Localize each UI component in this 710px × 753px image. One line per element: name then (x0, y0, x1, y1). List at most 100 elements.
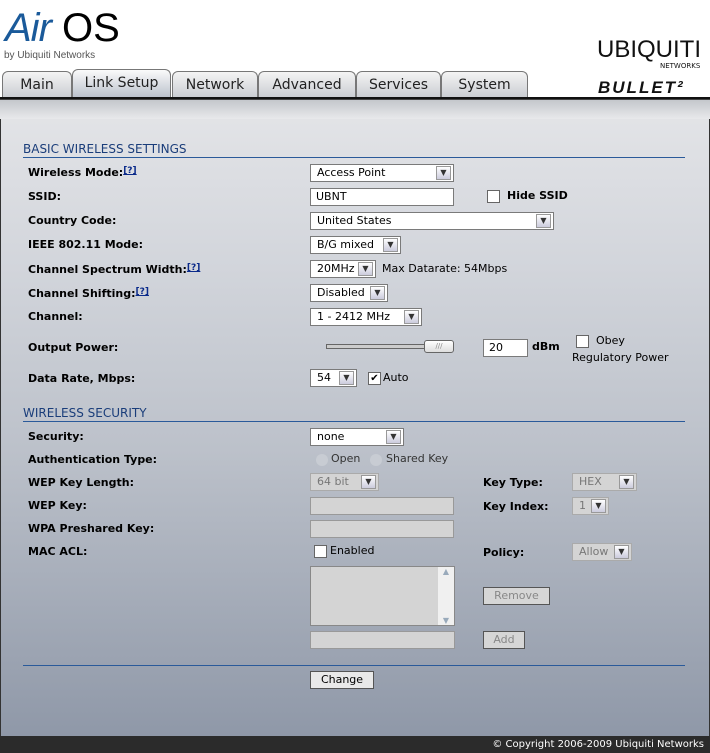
channel-shifting-select[interactable]: Disabled ▼ (310, 284, 388, 302)
channel-label: Channel: (28, 310, 83, 323)
hide-ssid-label: Hide SSID (507, 189, 568, 202)
spectrum-width-label: Channel Spectrum Width:[?] (28, 263, 200, 276)
chevron-down-icon: ▼ (358, 262, 373, 276)
select-value: 20MHz (317, 262, 355, 275)
security-select[interactable]: none ▼ (310, 428, 404, 446)
chevron-down-icon: ▼ (404, 310, 419, 324)
output-power-label: Output Power: (28, 341, 119, 354)
max-datarate: Max Datarate: 54Mbps (382, 262, 508, 275)
output-power-slider-track[interactable] (326, 344, 426, 349)
chevron-down-icon: ▼ (361, 475, 376, 489)
airos-logo: Air (5, 6, 52, 50)
chevron-down-icon: ▼ (339, 371, 354, 385)
key-type-select[interactable]: HEX ▼ (572, 473, 637, 491)
auth-shared-radio[interactable] (370, 454, 382, 466)
data-rate-label: Data Rate, Mbps: (28, 372, 136, 385)
wireless-mode-label: Wireless Mode:[?] (28, 166, 137, 179)
label-text: Channel Shifting: (28, 287, 136, 300)
spectrum-width-select[interactable]: 20MHz ▼ (310, 260, 376, 278)
divider (23, 665, 685, 666)
help-link[interactable]: [?] (187, 263, 200, 273)
tab-services[interactable]: Services (356, 71, 441, 98)
ssid-label: SSID: (28, 190, 61, 203)
chevron-down-icon: ▼ (619, 475, 634, 489)
wpa-key-label: WPA Preshared Key: (28, 522, 155, 535)
auth-open-label: Open (331, 452, 361, 465)
chevron-down-icon: ▼ (383, 238, 398, 252)
select-value: Access Point (317, 166, 386, 179)
obey-regulatory-checkbox[interactable] (576, 335, 589, 348)
obey-label: Obey (596, 334, 625, 347)
bullet-logo: BULLET² (598, 78, 685, 97)
section-title-security: WIRELESS SECURITY (23, 406, 147, 420)
security-label: Security: (28, 430, 84, 443)
select-value: Allow (579, 545, 609, 558)
mac-acl-checkbox[interactable] (314, 545, 327, 558)
add-button[interactable]: Add (483, 631, 525, 649)
chevron-down-icon: ▼ (614, 545, 629, 559)
section-title-basic: BASIC WIRELESS SETTINGS (23, 142, 187, 156)
footer-copyright: © Copyright 2006-2009 Ubiquiti Networks (0, 736, 710, 753)
country-code-label: Country Code: (28, 214, 117, 227)
tab-network[interactable]: Network (172, 71, 258, 98)
select-value: HEX (579, 475, 602, 488)
change-button[interactable]: Change (310, 671, 374, 689)
auto-rate-checkbox[interactable]: ✔ (368, 372, 381, 385)
help-link[interactable]: [?] (136, 287, 149, 297)
hide-ssid-checkbox[interactable] (487, 190, 500, 203)
channel-shifting-label: Channel Shifting:[?] (28, 287, 149, 300)
remove-button[interactable]: Remove (483, 587, 550, 605)
scroll-down-icon[interactable]: ▼ (438, 616, 454, 625)
airos-logo-by: by Ubiquiti Networks (4, 50, 96, 61)
select-value: 54 (317, 371, 331, 384)
label-text: Wireless Mode: (28, 166, 124, 179)
data-rate-select[interactable]: 54 ▼ (310, 369, 357, 387)
label-text: Channel Spectrum Width: (28, 263, 187, 276)
wireless-mode-select[interactable]: Access Point ▼ (310, 164, 454, 182)
output-power-input[interactable]: 20 (483, 339, 528, 357)
output-power-slider-handle[interactable]: /// (424, 340, 454, 353)
policy-select[interactable]: Allow ▼ (572, 543, 632, 561)
select-value: United States (317, 214, 392, 227)
chevron-down-icon: ▼ (386, 430, 401, 444)
dbm-unit: dBm (532, 340, 560, 353)
wep-key-input[interactable] (310, 497, 454, 515)
policy-label: Policy: (483, 546, 525, 559)
ubiquiti-logo-sub: NETWORKS (660, 62, 701, 70)
chevron-down-icon: ▼ (536, 214, 551, 228)
regulatory-power-label: Regulatory Power (572, 351, 669, 364)
scrollbar[interactable]: ▲ ▼ (438, 567, 454, 625)
select-value: 1 - 2412 MHz (317, 310, 390, 323)
tab-advanced[interactable]: Advanced (258, 71, 356, 98)
ieee-mode-label: IEEE 802.11 Mode: (28, 238, 143, 251)
help-link[interactable]: [?] (123, 166, 136, 176)
divider (23, 421, 685, 422)
country-code-select[interactable]: United States ▼ (310, 212, 554, 230)
wep-key-length-select[interactable]: 64 bit ▼ (310, 473, 379, 491)
auto-label: Auto (383, 371, 409, 384)
key-index-select[interactable]: 1 ▼ (572, 497, 609, 515)
mac-list-textarea[interactable]: ▲ ▼ (310, 566, 455, 626)
ieee-mode-select[interactable]: B/G mixed ▼ (310, 236, 401, 254)
select-value: 64 bit (317, 475, 349, 488)
scroll-up-icon[interactable]: ▲ (438, 567, 454, 576)
wep-key-label: WEP Key: (28, 499, 87, 512)
ssid-input[interactable]: UBNT (310, 188, 454, 206)
tab-main[interactable]: Main (2, 71, 72, 98)
auth-open-radio[interactable] (316, 454, 328, 466)
divider (23, 157, 685, 158)
select-value: Disabled (317, 286, 365, 299)
channel-select[interactable]: 1 - 2412 MHz ▼ (310, 308, 422, 326)
tab-system[interactable]: System (441, 71, 528, 98)
wpa-key-input[interactable] (310, 520, 454, 538)
mac-add-input[interactable] (310, 631, 455, 649)
key-type-label: Key Type: (483, 476, 543, 489)
select-value: none (317, 430, 345, 443)
select-value: B/G mixed (317, 238, 374, 251)
sub-band (0, 99, 710, 119)
airos-logo-os: OS (62, 6, 120, 50)
tab-link-setup[interactable]: Link Setup (72, 69, 171, 98)
auth-type-label: Authentication Type: (28, 453, 158, 466)
chevron-down-icon: ▼ (370, 286, 385, 300)
ubiquiti-logo: UBIQUITI (597, 36, 702, 63)
